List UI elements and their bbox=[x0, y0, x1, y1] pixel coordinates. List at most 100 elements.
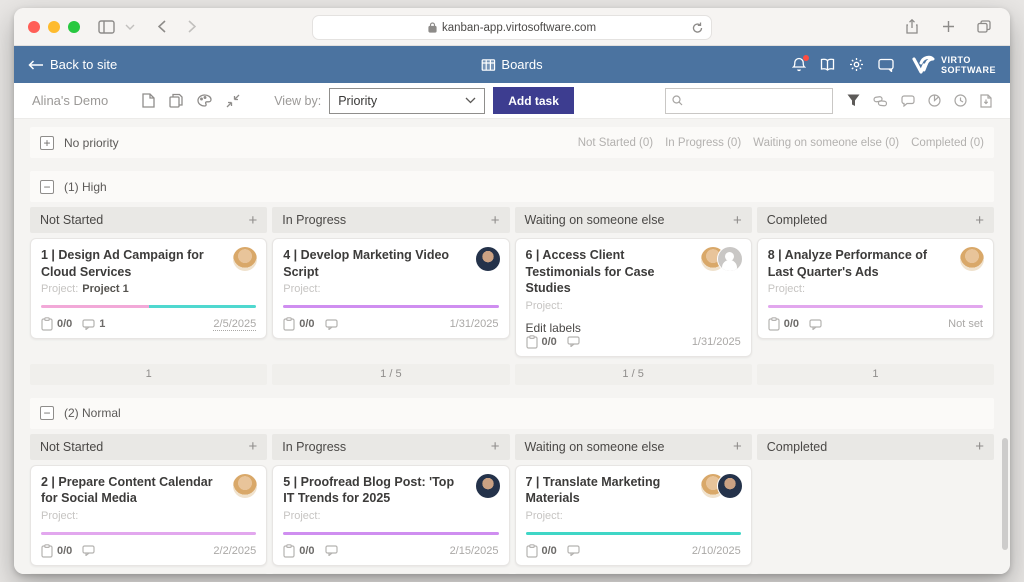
due-date[interactable]: 1/31/2025 bbox=[692, 336, 741, 348]
tabs-icon[interactable] bbox=[972, 15, 996, 39]
add-card-button[interactable]: + bbox=[491, 438, 500, 455]
design-icon[interactable] bbox=[197, 93, 212, 108]
window-controls bbox=[28, 21, 80, 33]
address-bar[interactable]: kanban-app.virtosoftware.com bbox=[312, 15, 712, 40]
add-card-button[interactable]: + bbox=[733, 438, 742, 455]
checklist-icon bbox=[283, 317, 295, 331]
comment-icon[interactable] bbox=[567, 545, 580, 556]
notifications-icon[interactable] bbox=[792, 57, 806, 72]
board-toolbar: Alina's Demo View by: Priority Add task bbox=[14, 83, 1010, 119]
edit-labels-link[interactable]: Edit labels bbox=[526, 321, 741, 335]
minimize-button[interactable] bbox=[48, 21, 60, 33]
task-card[interactable]: 2 | Prepare Content Calendar for Social … bbox=[30, 465, 267, 566]
search-box[interactable] bbox=[665, 88, 833, 114]
kanban-column: In Progress+ 5 | Proofread Blog Post: 'To… bbox=[272, 434, 509, 575]
project-label: Project: bbox=[283, 510, 320, 522]
add-card-button[interactable]: + bbox=[248, 438, 257, 455]
comment-icon[interactable] bbox=[567, 336, 580, 347]
charts-icon[interactable] bbox=[928, 94, 941, 108]
new-board-icon[interactable] bbox=[142, 93, 155, 108]
due-date[interactable]: 1/31/2025 bbox=[450, 318, 499, 330]
docs-icon[interactable] bbox=[820, 58, 835, 71]
status-count: In Progress (0) bbox=[665, 137, 741, 149]
task-card[interactable]: 5 | Proofread Blog Post: 'Top IT Trends … bbox=[272, 465, 509, 566]
forward-icon[interactable] bbox=[180, 15, 204, 39]
project-row: Project: bbox=[283, 510, 498, 522]
add-card-button[interactable]: + bbox=[975, 438, 984, 455]
progress-segment bbox=[41, 532, 256, 535]
comment-icon[interactable] bbox=[325, 545, 338, 556]
due-date[interactable]: 2/10/2025 bbox=[692, 545, 741, 557]
comments-icon[interactable] bbox=[901, 94, 915, 108]
history-icon[interactable] bbox=[954, 94, 967, 108]
scrollbar[interactable] bbox=[1002, 438, 1008, 550]
checklist-icon bbox=[41, 317, 53, 331]
task-card[interactable]: 6 | Access Client Testimonials for Case … bbox=[515, 238, 752, 357]
copy-board-icon[interactable] bbox=[169, 93, 183, 108]
add-card-button[interactable]: + bbox=[491, 212, 500, 229]
checklist-count: 0/0 bbox=[57, 318, 72, 330]
collapse-icon[interactable]: − bbox=[40, 180, 54, 194]
assignee-avatars bbox=[959, 246, 985, 272]
comment-icon[interactable] bbox=[82, 319, 95, 330]
comment-icon[interactable] bbox=[809, 319, 822, 330]
maximize-button[interactable] bbox=[68, 21, 80, 33]
sidebar-icon[interactable] bbox=[94, 15, 118, 39]
column-header: Completed+ bbox=[757, 434, 994, 460]
share-icon[interactable] bbox=[900, 15, 924, 39]
feedback-icon[interactable] bbox=[878, 58, 894, 72]
assignee-avatars bbox=[475, 473, 501, 499]
browser-window: kanban-app.virtosoftware.com Back to sit… bbox=[14, 8, 1010, 574]
back-to-site-link[interactable]: Back to site bbox=[28, 57, 117, 72]
export-icon[interactable] bbox=[980, 94, 992, 108]
task-title: 8 | Analyze Performance of Last Quarter'… bbox=[768, 247, 983, 280]
reload-icon[interactable] bbox=[692, 22, 703, 34]
section-status-summary: Not Started (0) In Progress (0) Waiting on… bbox=[578, 137, 984, 149]
settings-icon[interactable] bbox=[849, 57, 864, 72]
column-header: In Progress+ bbox=[272, 434, 509, 460]
task-card[interactable]: 1 | Design Ad Campaign for Cloud Service… bbox=[30, 238, 267, 339]
column-body bbox=[757, 460, 994, 573]
due-date[interactable]: 2/5/2025 bbox=[213, 318, 256, 331]
tags-icon[interactable] bbox=[873, 94, 888, 108]
boards-nav[interactable]: Boards bbox=[481, 57, 542, 72]
column-name: Completed bbox=[767, 213, 827, 227]
task-card[interactable]: 7 | Translate Marketing MaterialsProject… bbox=[515, 465, 752, 566]
search-input[interactable] bbox=[688, 94, 826, 108]
add-card-button[interactable]: + bbox=[248, 212, 257, 229]
section-header[interactable]: +No priorityNot Started (0)In Progress (… bbox=[30, 127, 994, 158]
new-tab-icon[interactable] bbox=[936, 15, 960, 39]
back-icon[interactable] bbox=[150, 15, 174, 39]
project-row: Project: bbox=[526, 510, 741, 522]
add-task-button[interactable]: Add task bbox=[493, 87, 574, 114]
board-section: −(2) NormalNot Started+2 | Prepare Conte… bbox=[30, 398, 994, 575]
status-count: Waiting on someone else (0) bbox=[753, 137, 899, 149]
collapse-icon[interactable] bbox=[226, 93, 240, 108]
progress-segment bbox=[283, 532, 498, 535]
comment-icon[interactable] bbox=[82, 545, 95, 556]
section-header[interactable]: −(1) High bbox=[30, 171, 994, 202]
collapse-icon[interactable]: − bbox=[40, 406, 54, 420]
status-count: Not Started (0) bbox=[578, 137, 653, 149]
due-date[interactable]: Not set bbox=[948, 318, 983, 330]
section-header[interactable]: −(2) Normal bbox=[30, 398, 994, 429]
expand-icon[interactable]: + bbox=[40, 136, 54, 150]
column-count: 0 bbox=[757, 573, 994, 575]
card-footer: 0/012/5/2025 bbox=[41, 317, 256, 331]
task-card[interactable]: 4 | Develop Marketing Video ScriptProjec… bbox=[272, 238, 509, 339]
view-by-select[interactable]: Priority bbox=[329, 88, 485, 114]
project-value: Project 1 bbox=[82, 283, 128, 295]
column-body: 1 | Design Ad Campaign for Cloud Service… bbox=[30, 233, 267, 364]
due-date[interactable]: 2/15/2025 bbox=[450, 545, 499, 557]
progress-segment bbox=[41, 305, 149, 308]
comment-icon[interactable] bbox=[325, 319, 338, 330]
close-button[interactable] bbox=[28, 21, 40, 33]
filter-icon[interactable] bbox=[847, 94, 860, 108]
chevron-down-icon[interactable] bbox=[118, 15, 142, 39]
due-date[interactable]: 2/2/2025 bbox=[213, 545, 256, 557]
task-card[interactable]: 8 | Analyze Performance of Last Quarter'… bbox=[757, 238, 994, 339]
add-card-button[interactable]: + bbox=[975, 212, 984, 229]
add-card-button[interactable]: + bbox=[733, 212, 742, 229]
kanban-column: Waiting on someone else+6 | Access Clien… bbox=[515, 207, 752, 385]
search-icon bbox=[672, 95, 683, 106]
